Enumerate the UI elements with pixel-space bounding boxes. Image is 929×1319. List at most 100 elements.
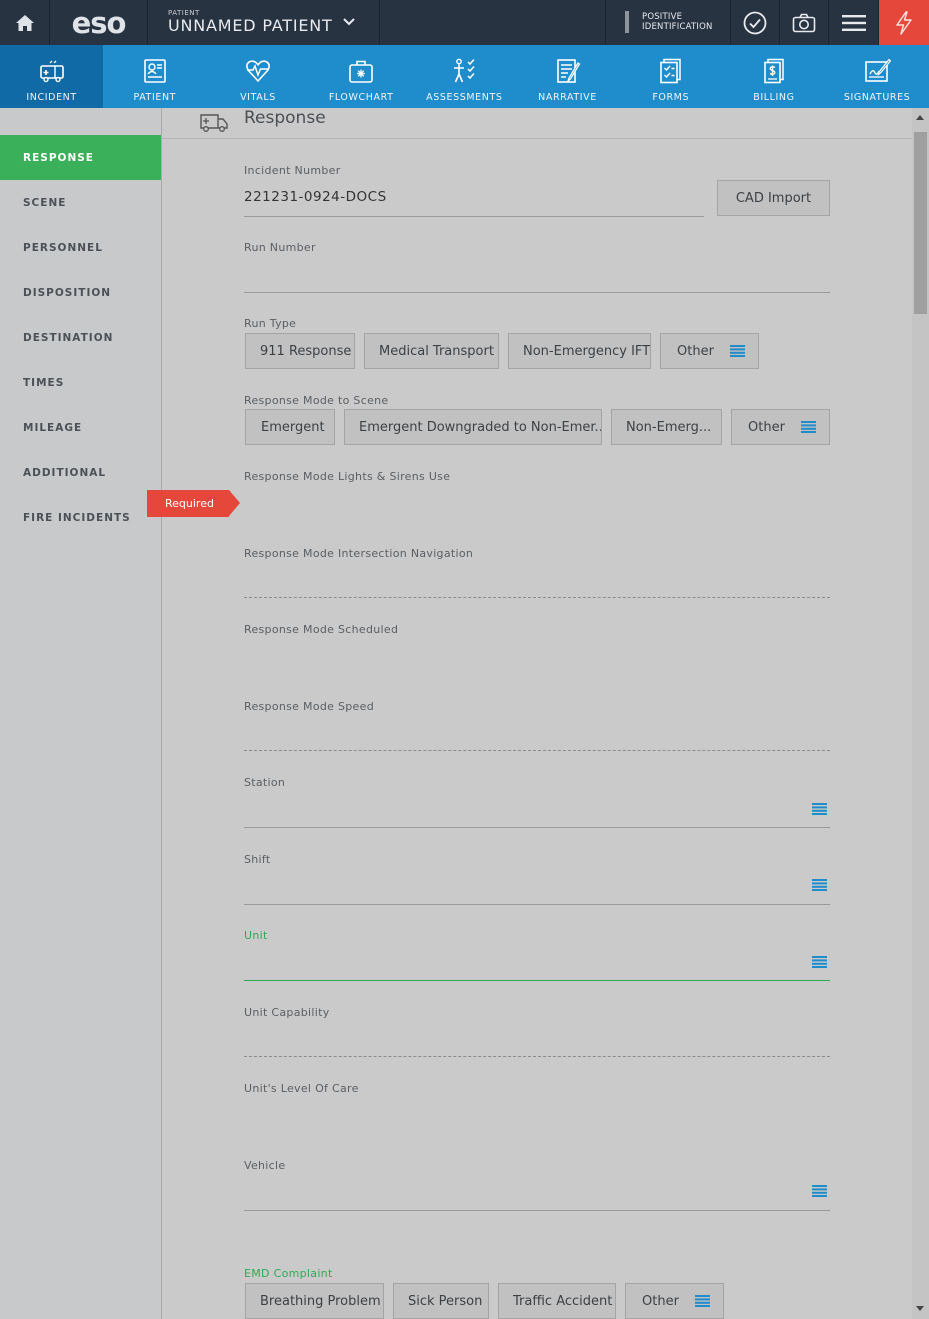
lightning-icon [896,10,912,35]
patient-name: UNNAMED PATIENT [168,16,333,35]
section-title: Response [244,108,326,128]
unit-capability-label: Unit Capability [244,1006,330,1019]
list-icon [801,421,816,433]
sidebar-item-scene[interactable]: SCENE [0,180,161,225]
vehicle-label: Vehicle [244,1159,286,1172]
response-mode-other-label: Other [748,419,785,435]
incident-number-label: Incident Number [244,164,341,177]
nav-narrative-label: NARRATIVE [538,92,597,103]
vehicle-field[interactable] [244,1210,830,1211]
section-header: Response [162,108,912,139]
intersection-navigation-field[interactable] [244,597,830,598]
emd-option-other[interactable]: Other [625,1283,724,1319]
station-label: Station [244,776,286,789]
emd-option-breathing-problem[interactable]: Breathing Problem [245,1283,384,1319]
level-of-care-field[interactable] [244,1100,830,1140]
nav-patient[interactable]: PATIENT [103,45,206,108]
sidebar-item-disposition[interactable]: DISPOSITION [0,270,161,315]
home-button[interactable] [0,0,50,45]
speed-label: Response Mode Speed [244,700,374,713]
list-icon[interactable] [812,803,827,815]
scheduled-label: Response Mode Scheduled [244,623,399,636]
nav-forms[interactable]: FORMS [619,45,722,108]
response-mode-option-other[interactable]: Other [731,409,830,445]
unit-field[interactable] [244,980,830,981]
hamburger-menu-icon [842,14,866,31]
nav-incident-label: INCIDENT [26,92,77,103]
sidebar-item-destination[interactable]: DESTINATION [0,315,161,360]
unit-label: Unit [244,929,268,942]
list-icon [695,1295,710,1307]
speed-field[interactable] [244,750,830,751]
scroll-thumb[interactable] [914,132,927,314]
scheduled-field[interactable] [244,640,830,680]
response-mode-option-non-emergent[interactable]: Non-Emerg... [611,409,722,445]
nav-billing[interactable]: BILLING [722,45,825,108]
nav-signatures-label: SIGNATURES [843,92,911,103]
scrollbar[interactable] [912,108,929,1319]
patient-selector[interactable]: PATIENT UNNAMED PATIENT [150,0,380,45]
run-type-option-911[interactable]: 911 Response [245,333,355,369]
run-number-input[interactable] [244,292,830,293]
run-type-label: Run Type [244,317,297,330]
nav-incident[interactable]: INCIDENT [0,45,104,108]
narrative-pen-icon [556,59,580,83]
nav-flowchart-label: FLOWCHART [328,92,394,103]
station-field[interactable] [244,827,830,828]
positive-identification-button[interactable]: POSITIVE IDENTIFICATION [605,0,731,45]
nav-signatures[interactable]: SIGNATURES [826,45,929,108]
positive-id-line2: IDENTIFICATION [642,22,713,32]
signature-icon [865,58,892,82]
list-icon [730,345,745,357]
sidebar-item-personnel[interactable]: PERSONNEL [0,225,161,270]
shift-field[interactable] [244,904,830,905]
run-type-option-other[interactable]: Other [660,333,759,369]
nav-assessments-label: ASSESSMENTS [426,92,503,103]
emd-other-label: Other [642,1293,679,1309]
top-bar: eso PATIENT UNNAMED PATIENT POSITIVE IDE… [0,0,929,45]
sidebar-item-mileage[interactable]: MILEAGE [0,405,161,450]
quick-action-button[interactable] [879,0,929,45]
response-mode-option-emergent-downgraded[interactable]: Emergent Downgraded to Non-Emer... [344,409,602,445]
sidebar-item-additional[interactable]: ADDITIONAL [0,450,161,495]
patient-card-icon [143,59,166,83]
scroll-down-arrow-icon[interactable] [916,1306,924,1311]
lights-sirens-field[interactable] [244,488,830,528]
validate-button[interactable] [731,0,780,45]
nav-assessments[interactable]: ASSESSMENTS [413,45,516,108]
unit-capability-field[interactable] [244,1056,830,1057]
list-icon[interactable] [812,956,827,968]
nav-patient-label: PATIENT [133,92,177,103]
emd-option-sick-person[interactable]: Sick Person [393,1283,489,1319]
sidebar-item-times[interactable]: TIMES [0,360,161,405]
response-mode-label: Response Mode to Scene [244,394,389,407]
response-mode-option-emergent[interactable]: Emergent [245,409,335,445]
main-menu-button[interactable] [830,0,879,45]
nav-vitals[interactable]: VITALS [206,45,309,108]
run-type-option-non-emergency-ift[interactable]: Non-Emergency IFT [508,333,651,369]
chevron-down-icon [343,18,355,26]
scroll-up-arrow-icon[interactable] [916,115,924,120]
medkit-icon [349,60,373,83]
sidebar-item-fire-incidents[interactable]: FIRE INCIDENTS [0,495,161,540]
list-icon[interactable] [812,879,827,891]
list-icon[interactable] [812,1185,827,1197]
emd-option-traffic-accident[interactable]: Traffic Accident [498,1283,616,1319]
nav-narrative[interactable]: NARRATIVE [516,45,619,108]
sidebar-item-response[interactable]: RESPONSE [0,135,161,180]
intersection-navigation-label: Response Mode Intersection Navigation [244,547,474,560]
main-content: Response Incident Number 221231-0924-DOC… [162,108,912,1319]
home-icon [15,14,34,31]
shift-label: Shift [244,853,271,866]
ambulance-icon [39,60,64,83]
nav-flowchart[interactable]: FLOWCHART [310,45,413,108]
incident-number-input[interactable]: 221231-0924-DOCS [244,189,387,205]
cad-import-button[interactable]: CAD Import [717,180,830,216]
module-nav: INCIDENT PATIENT VITALS FLOWCHART ASSESS… [0,45,929,108]
emd-complaint-label: EMD Complaint [244,1267,333,1280]
incident-number-underline [244,216,704,217]
nav-billing-label: BILLING [753,92,795,103]
run-type-option-medical-transport[interactable]: Medical Transport [364,333,499,369]
forms-check-icon [659,58,681,84]
camera-button[interactable] [780,0,829,45]
